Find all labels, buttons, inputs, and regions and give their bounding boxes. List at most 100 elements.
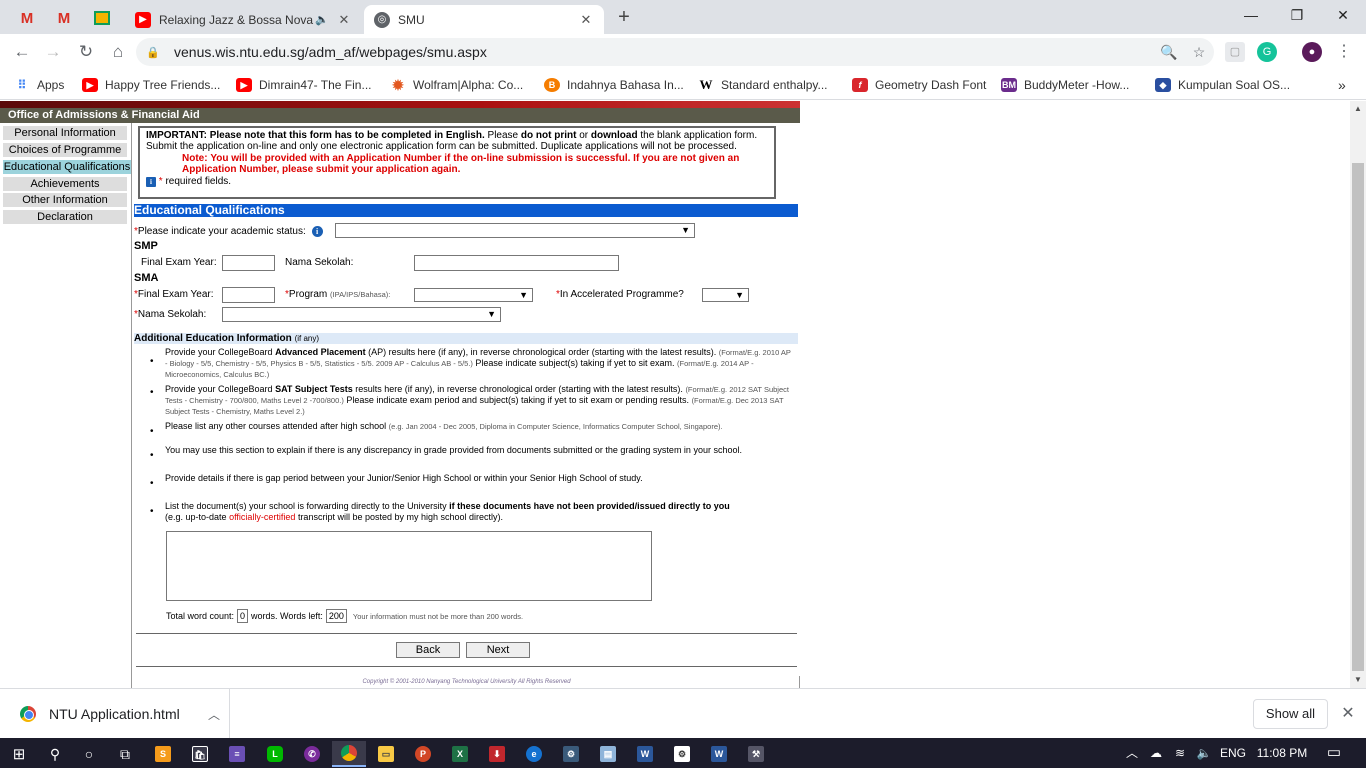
sidebar-item-declaration[interactable]: Declaration <box>3 210 127 225</box>
task-view-icon[interactable]: ⧉ <box>108 741 142 767</box>
notes-app-icon[interactable]: ▤ <box>591 741 625 767</box>
zoom-icon[interactable]: 🔍 <box>1154 44 1184 61</box>
bookmark-geometry-dash[interactable]: f Geometry Dash Font <box>852 76 986 94</box>
important-text-2: Please <box>487 130 519 141</box>
tools-icon[interactable]: ⚒ <box>739 741 773 767</box>
bookmark-kumpulan[interactable]: ◆ Kumpulan Soal OS... <box>1155 76 1290 94</box>
new-tab-button[interactable]: + <box>612 6 636 30</box>
chrome-taskbar-icon[interactable] <box>332 741 366 767</box>
store-icon[interactable]: 🛍 <box>183 741 217 767</box>
close-icon[interactable]: ✕ <box>1338 703 1358 723</box>
bookmarks-bar: ⠿ Apps ▶ Happy Tree Friends... ▶ Dimrain47-… <box>0 70 1366 100</box>
bookmark-buddymeter[interactable]: BM BuddyMeter -How... <box>1001 76 1129 94</box>
home-icon[interactable]: ⌂ <box>105 40 131 64</box>
download-manager-icon[interactable]: ⬇ <box>480 741 514 767</box>
sidebar-item-achievements[interactable]: Achievements <box>3 177 127 192</box>
scroll-down-icon[interactable]: ▼ <box>1350 672 1366 688</box>
download-filename[interactable]: NTU Application.html <box>49 706 199 722</box>
extension-icon[interactable]: ▢ <box>1225 42 1245 62</box>
onedrive-icon[interactable]: ☁ <box>1146 738 1166 768</box>
cortana-icon[interactable]: ○ <box>72 741 106 767</box>
sublime-icon[interactable]: S <box>146 741 180 767</box>
chevron-up-icon[interactable]: ︿ <box>1122 738 1142 768</box>
download-bar: NTU Application.html ︿ Show all ✕ <box>0 688 1366 739</box>
url-text[interactable]: venus.wis.ntu.edu.sg/adm_af/webpages/smu… <box>174 44 1154 60</box>
scroll-up-icon[interactable]: ▲ <box>1350 101 1366 117</box>
bookmark-enthalpy[interactable]: W Standard enthalpy... <box>698 76 828 94</box>
tab-relaxing-jazz[interactable]: ▶ Relaxing Jazz & Bossa Nova 🔈 ✕ <box>125 5 362 34</box>
reload-icon[interactable]: ↻ <box>73 40 99 64</box>
gear-icon[interactable]: ⚙ <box>665 741 699 767</box>
lock-icon[interactable]: 🔒 <box>146 46 164 59</box>
chevron-up-icon[interactable]: ︿ <box>199 706 229 723</box>
program-hint: (IPA/IPS/Bahasa): <box>330 290 391 299</box>
powerpoint-icon[interactable]: P <box>406 741 440 767</box>
sma-final-exam-year-input[interactable] <box>222 287 275 303</box>
sma-nama-sekolah-select[interactable]: ▼ <box>222 307 501 322</box>
additional-info-textarea[interactable] <box>166 531 652 601</box>
word-document-icon[interactable]: W <box>702 741 736 767</box>
gmail-pinned-tab-icon[interactable]: M <box>10 6 44 30</box>
close-window-button[interactable]: ✕ <box>1320 0 1366 32</box>
edge-icon[interactable]: e <box>517 741 551 767</box>
avatar[interactable]: ● <box>1302 42 1322 62</box>
academic-status-select[interactable]: ▼ <box>335 223 695 238</box>
bookmark-bahasa[interactable]: B Indahnya Bahasa In... <box>544 76 684 94</box>
sidebar-item-personal-information[interactable]: Personal Information <box>3 126 127 141</box>
tab-title: SMU <box>398 12 425 27</box>
program-select[interactable]: ▼ <box>414 288 533 302</box>
divider <box>136 666 797 667</box>
bookmark-happy-tree[interactable]: ▶ Happy Tree Friends... <box>82 76 220 94</box>
wifi-icon[interactable]: ≋ <box>1170 738 1190 768</box>
tab-smu[interactable]: ◎ SMU ✕ <box>364 5 604 34</box>
volume-icon[interactable]: 🔈 <box>1194 738 1214 768</box>
windows-start-icon[interactable]: ⊞ <box>2 741 36 767</box>
bookmark-dimrain[interactable]: ▶ Dimrain47- The Fin... <box>236 76 371 94</box>
additional-info-hint: (if any) <box>294 334 320 343</box>
restore-button[interactable]: ❐ <box>1274 0 1320 32</box>
notepad-icon[interactable]: ≡ <box>220 741 254 767</box>
bookmark-wolfram[interactable]: ✹ Wolfram|Alpha: Co... <box>390 76 523 94</box>
info-icon[interactable]: i <box>311 226 323 237</box>
gmail-pinned-tab-icon[interactable]: M <box>47 6 81 30</box>
close-icon[interactable]: ✕ <box>578 12 594 28</box>
forward-arrow-icon[interactable]: → <box>40 40 66 64</box>
star-icon[interactable]: ☆ <box>1184 44 1214 61</box>
notification-icon[interactable]: ▭ <box>1322 738 1346 768</box>
next-button[interactable]: Next <box>466 642 530 658</box>
language-indicator[interactable]: ENG <box>1218 738 1248 768</box>
address-bar[interactable]: 🔒 venus.wis.ntu.edu.sg/adm_af/webpages/s… <box>136 38 1214 66</box>
line-icon[interactable]: L <box>258 741 292 767</box>
search-icon[interactable]: ⚲ <box>38 741 72 767</box>
smp-nama-sekolah-input[interactable] <box>414 255 619 271</box>
minimize-button[interactable]: — <box>1228 0 1274 32</box>
clock[interactable]: 11:08 PM <box>1252 738 1312 768</box>
important-notice: IMPORTANT: Please note that this form ha… <box>138 126 776 199</box>
file-explorer-icon[interactable]: ▭ <box>369 741 403 767</box>
list-item-text: officially-certified <box>229 512 296 522</box>
smp-final-exam-year-input[interactable] <box>222 255 275 271</box>
download-item[interactable]: NTU Application.html ︿ <box>0 689 230 739</box>
back-arrow-icon[interactable]: ← <box>9 40 35 64</box>
speaker-icon[interactable]: 🔈 <box>314 13 330 26</box>
menu-icon[interactable]: ⋮ <box>1334 42 1354 62</box>
scrollbar-thumb[interactable] <box>1352 163 1364 671</box>
bookmark-apps[interactable]: ⠿ Apps <box>14 76 65 94</box>
excel-icon[interactable]: X <box>443 741 477 767</box>
word-icon[interactable]: W <box>628 741 662 767</box>
whatsapp-icon[interactable]: ✆ <box>295 741 329 767</box>
accelerated-select[interactable]: ▼ <box>702 288 749 302</box>
back-button[interactable]: Back <box>396 642 460 658</box>
sidebar-item-educational-qualifications[interactable]: Educational Qualifications <box>3 160 131 175</box>
close-icon[interactable]: ✕ <box>336 12 352 28</box>
bookmarks-overflow-button[interactable]: » <box>1338 76 1346 94</box>
sidebar-item-choices-of-programme[interactable]: Choices of Programme <box>3 143 127 158</box>
classroom-pinned-tab-icon[interactable] <box>85 6 119 30</box>
show-all-button[interactable]: Show all <box>1253 699 1328 729</box>
sma-final-exam-year-label-wrap: *Final Exam Year: <box>134 289 214 300</box>
vertical-scrollbar[interactable]: ▲ ▼ <box>1350 101 1366 688</box>
settings-app-icon[interactable]: ⚙ <box>554 741 588 767</box>
grammarly-icon[interactable]: G <box>1257 42 1277 62</box>
sidebar-item-other-information[interactable]: Other Information <box>3 193 127 208</box>
important-label: IMPORTANT: <box>146 130 207 141</box>
